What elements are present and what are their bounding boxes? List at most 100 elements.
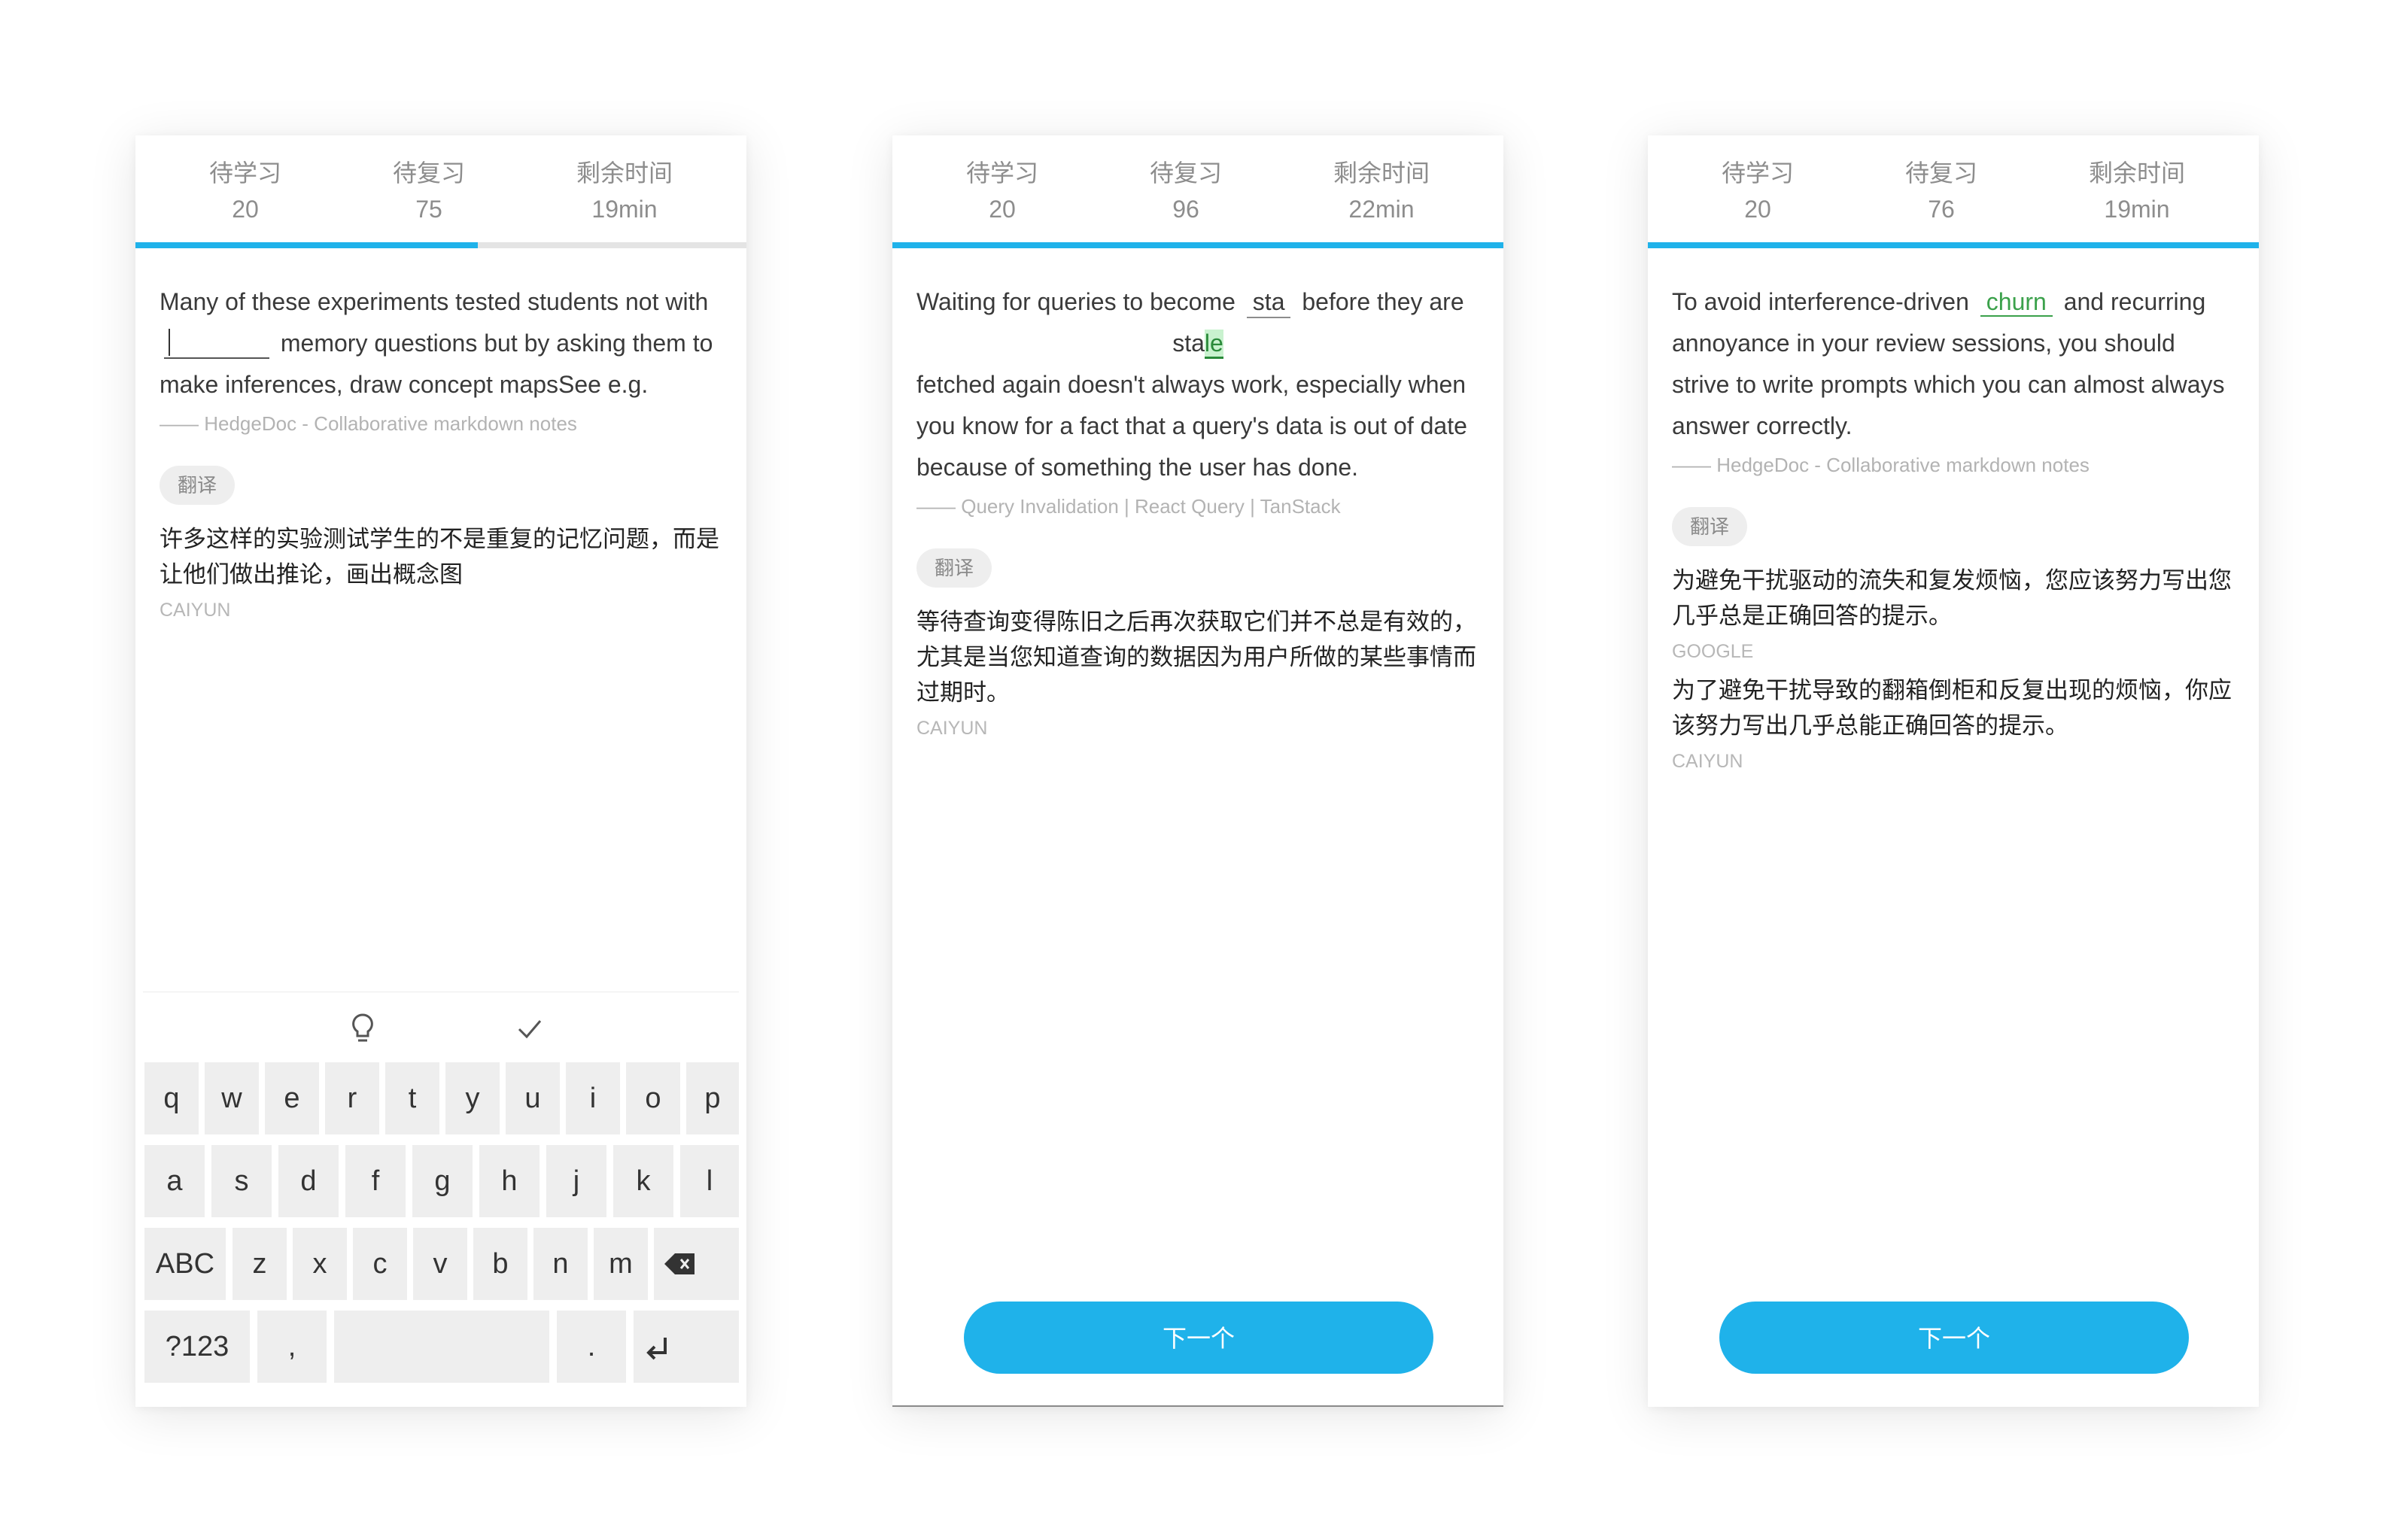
key-b[interactable]: b (473, 1228, 527, 1300)
translate-button[interactable]: 翻译 (160, 466, 236, 505)
stat-time-left: 剩余时间 19min (534, 155, 715, 227)
next-button[interactable]: 下一个 (1719, 1302, 2189, 1374)
review-screen-partial-answer: 待学习 20 待复习 96 剩余时间 22min Waiting for que… (892, 135, 1503, 1407)
translate-button[interactable]: 翻译 (916, 548, 992, 588)
stat-to-review: 待复习 96 (1096, 155, 1276, 227)
translate-button[interactable]: 翻译 (1672, 507, 1748, 546)
sentence-after: fetched again doesn't always work, espec… (916, 371, 1467, 481)
key-o[interactable]: o (626, 1062, 680, 1134)
key-y[interactable]: y (445, 1062, 500, 1134)
stat-value: 19min (2104, 196, 2170, 223)
key-e[interactable]: e (265, 1062, 319, 1134)
sentence-mid: before they are (1302, 288, 1464, 315)
answer-input[interactable] (164, 327, 269, 359)
key-s[interactable]: s (211, 1145, 272, 1217)
translation-text: 等待查询变得陈旧之后再次获取它们并不总是有效的，尤其是当您知道查询的数据因为用户… (916, 609, 1476, 706)
translation-provider: GOOGLE (1672, 641, 1754, 662)
sentence-source: —— Query Invalidation | React Query | Ta… (916, 495, 1341, 518)
cloze-sentence: Many of these experiments tested student… (160, 281, 722, 406)
key-u[interactable]: u (506, 1062, 560, 1134)
key-x[interactable]: x (293, 1228, 347, 1300)
key-h[interactable]: h (479, 1145, 540, 1217)
key-symbols[interactable]: ?123 (144, 1311, 250, 1383)
key-f[interactable]: f (345, 1145, 406, 1217)
backspace-key[interactable] (654, 1228, 739, 1300)
stat-to-learn: 待学习 20 (912, 155, 1093, 227)
lightbulb-icon[interactable] (340, 1006, 385, 1051)
stat-value: 20 (989, 196, 1016, 223)
key-t[interactable]: t (385, 1062, 439, 1134)
translation-text: 为了避免干扰导致的翻箱倒柜和反复出现的烦恼，你应该努力写出几乎总能正确回答的提示… (1672, 677, 2232, 739)
cloze-sentence: To avoid interference-driven churn and r… (1672, 281, 2235, 447)
key-g[interactable]: g (412, 1145, 473, 1217)
enter-key[interactable] (634, 1311, 739, 1383)
keyboard-row-4: ?123 , . (144, 1311, 739, 1383)
cloze-sentence: Waiting for queries to become sta before… (916, 281, 1479, 323)
typed-answer: sta (1246, 287, 1291, 318)
key-p[interactable]: p (686, 1062, 739, 1134)
stat-to-learn: 待学习 20 (1667, 155, 1848, 227)
key-q[interactable]: q (144, 1062, 199, 1134)
progress-fill (892, 242, 1503, 248)
progress-fill (135, 242, 478, 248)
key-comma[interactable]: , (257, 1311, 327, 1383)
stats-bar: 待学习 20 待复习 76 剩余时间 19min (1648, 155, 2259, 238)
progress-bar (135, 242, 746, 248)
check-icon[interactable] (507, 1006, 552, 1051)
stat-label: 剩余时间 (2088, 159, 2185, 187)
key-l[interactable]: l (680, 1145, 739, 1217)
answer-matched-part: sta (1172, 330, 1205, 357)
key-space[interactable] (334, 1311, 549, 1383)
stat-label: 待复习 (1904, 159, 1977, 187)
translation-provider: CAIYUN (160, 600, 231, 621)
sentence-source: —— HedgeDoc - Collaborative markdown not… (160, 412, 577, 435)
stat-label: 待学习 (965, 159, 1038, 187)
stat-label: 待学习 (1721, 159, 1794, 187)
sentence-before: Waiting for queries to become (916, 288, 1236, 315)
review-screen-typing: 待学习 20 待复习 75 剩余时间 19min Many of these e… (135, 135, 746, 1407)
enter-icon (646, 1338, 667, 1360)
key-period[interactable]: . (557, 1311, 626, 1383)
translation-text: 为避免干扰驱动的流失和复发烦恼，您应该努力写出您几乎总是正确回答的提示。 (1672, 567, 2232, 629)
onscreen-keyboard: q w e r t y u i o p a s d f g h j k l AB… (144, 1062, 739, 1401)
key-j[interactable]: j (546, 1145, 606, 1217)
correct-answer-word: churn (1980, 288, 2053, 317)
translation-text: 许多这样的实验测试学生的不是重复的记忆问题，而是让他们做出推论，画出概念图 (160, 526, 719, 588)
stat-label: 待学习 (208, 159, 281, 187)
key-i[interactable]: i (566, 1062, 620, 1134)
key-abc[interactable]: ABC (144, 1228, 226, 1300)
key-d[interactable]: d (278, 1145, 339, 1217)
translation-provider: CAIYUN (1672, 751, 1743, 772)
stat-value: 20 (1744, 196, 1771, 223)
key-c[interactable]: c (353, 1228, 407, 1300)
progress-fill (1648, 242, 2259, 248)
stat-value: 19min (591, 196, 658, 223)
text-caret (169, 329, 170, 356)
stat-label: 待复习 (392, 159, 465, 187)
key-a[interactable]: a (144, 1145, 205, 1217)
key-r[interactable]: r (325, 1062, 379, 1134)
key-k[interactable]: k (613, 1145, 673, 1217)
stats-bar: 待学习 20 待复习 75 剩余时间 19min (135, 155, 746, 238)
stat-label: 待复习 (1149, 159, 1222, 187)
stat-value: 22min (1348, 196, 1415, 223)
translation-provider: CAIYUN (916, 718, 988, 739)
key-m[interactable]: m (594, 1228, 648, 1300)
answer-missing-part: le (1204, 330, 1223, 359)
key-w[interactable]: w (205, 1062, 259, 1134)
stat-time-left: 剩余时间 19min (2047, 155, 2227, 227)
keyboard-toolbar (143, 992, 739, 1060)
progress-bar (1648, 242, 2259, 248)
key-v[interactable]: v (413, 1228, 467, 1300)
stat-value: 76 (1928, 196, 1955, 223)
keyboard-row-3: ABC z x c v b n m (144, 1228, 739, 1300)
sentence-before: Many of these experiments tested student… (160, 288, 709, 315)
correct-answer: stale (916, 323, 1479, 364)
card-content: Many of these experiments tested student… (160, 281, 722, 624)
key-n[interactable]: n (533, 1228, 588, 1300)
sentence-before: To avoid interference-driven (1672, 288, 1969, 315)
stat-value: 96 (1172, 196, 1199, 223)
stat-label: 剩余时间 (1333, 159, 1430, 187)
key-z[interactable]: z (233, 1228, 287, 1300)
next-button[interactable]: 下一个 (964, 1302, 1433, 1374)
